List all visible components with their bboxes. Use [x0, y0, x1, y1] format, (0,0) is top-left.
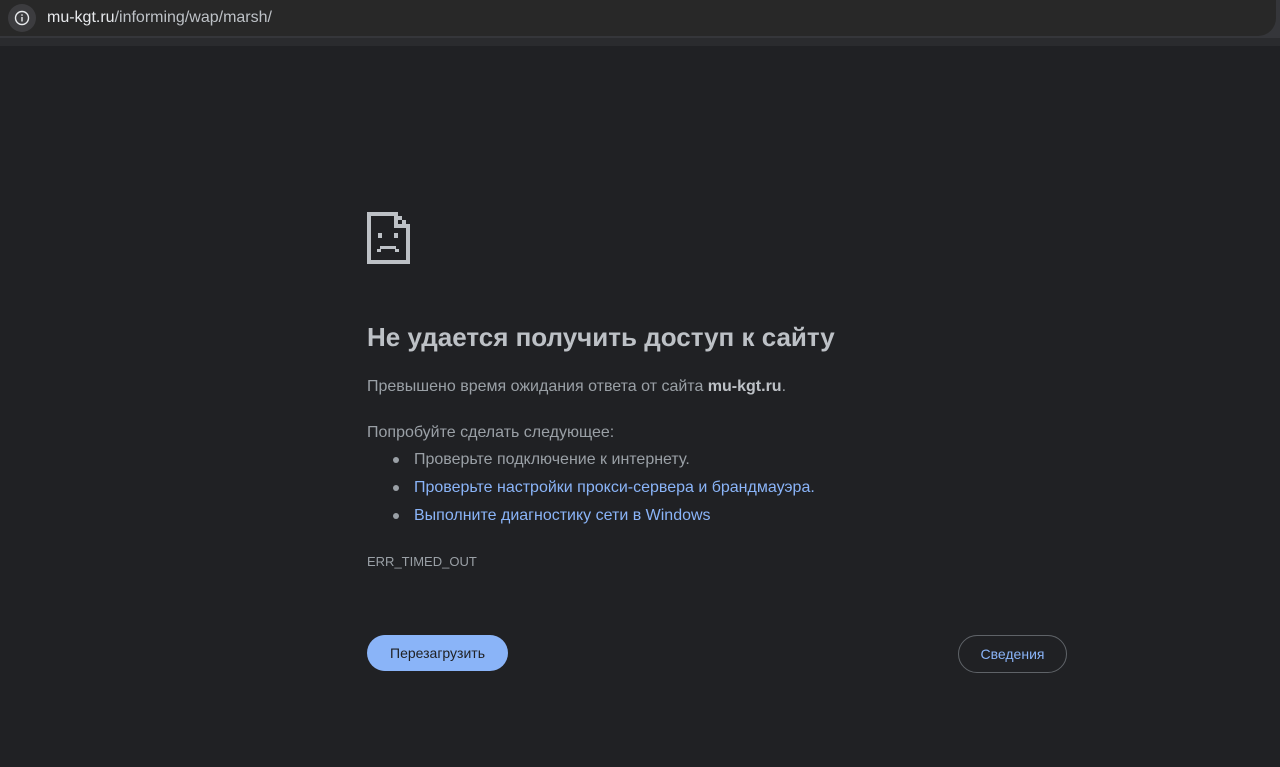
url-host: mu-kgt.ru: [47, 9, 115, 26]
sad-page-icon: [367, 212, 410, 264]
bullet-icon: [393, 485, 399, 491]
page-title: Не удается получить доступ к сайту: [367, 322, 835, 352]
bullet-icon: [393, 513, 399, 519]
suggestions-heading: Попробуйте сделать следующее:: [367, 424, 615, 441]
details-button[interactable]: Сведения: [958, 635, 1067, 673]
suggestion-check-proxy-link[interactable]: Проверьте настройки прокси-сервера и бра…: [367, 477, 815, 505]
info-icon[interactable]: [8, 4, 36, 32]
description-suffix: .: [781, 378, 787, 395]
address-bar[interactable]: mu-kgt.ru/informing/wap/marsh/: [0, 0, 1276, 36]
suggestion-network-diagnostics-link[interactable]: Выполните диагностику сети в Windows: [367, 505, 815, 533]
description-host: mu-kgt.ru: [707, 378, 782, 395]
suggestion-link-text[interactable]: Выполните диагностику сети в Windows: [414, 507, 711, 524]
suggestion-check-connection: Проверьте подключение к интернету.: [367, 449, 815, 477]
url-text[interactable]: mu-kgt.ru/informing/wap/marsh/: [47, 8, 272, 28]
suggestion-link-text[interactable]: Проверьте настройки прокси-сервера и бра…: [414, 479, 815, 496]
suggestions-list: Проверьте подключение к интернету. Прове…: [367, 449, 815, 533]
error-code: ERR_TIMED_OUT: [367, 554, 477, 569]
reload-button[interactable]: Перезагрузить: [367, 635, 508, 671]
suggestion-text: Проверьте подключение к интернету.: [414, 451, 690, 468]
toolbar-divider: [0, 38, 1280, 46]
error-description: Превышено время ожидания ответа от сайта…: [367, 376, 786, 398]
url-path: /informing/wap/marsh/: [114, 9, 272, 26]
description-prefix: Превышено время ожидания ответа от сайта: [367, 378, 708, 395]
bullet-icon: [393, 457, 399, 463]
